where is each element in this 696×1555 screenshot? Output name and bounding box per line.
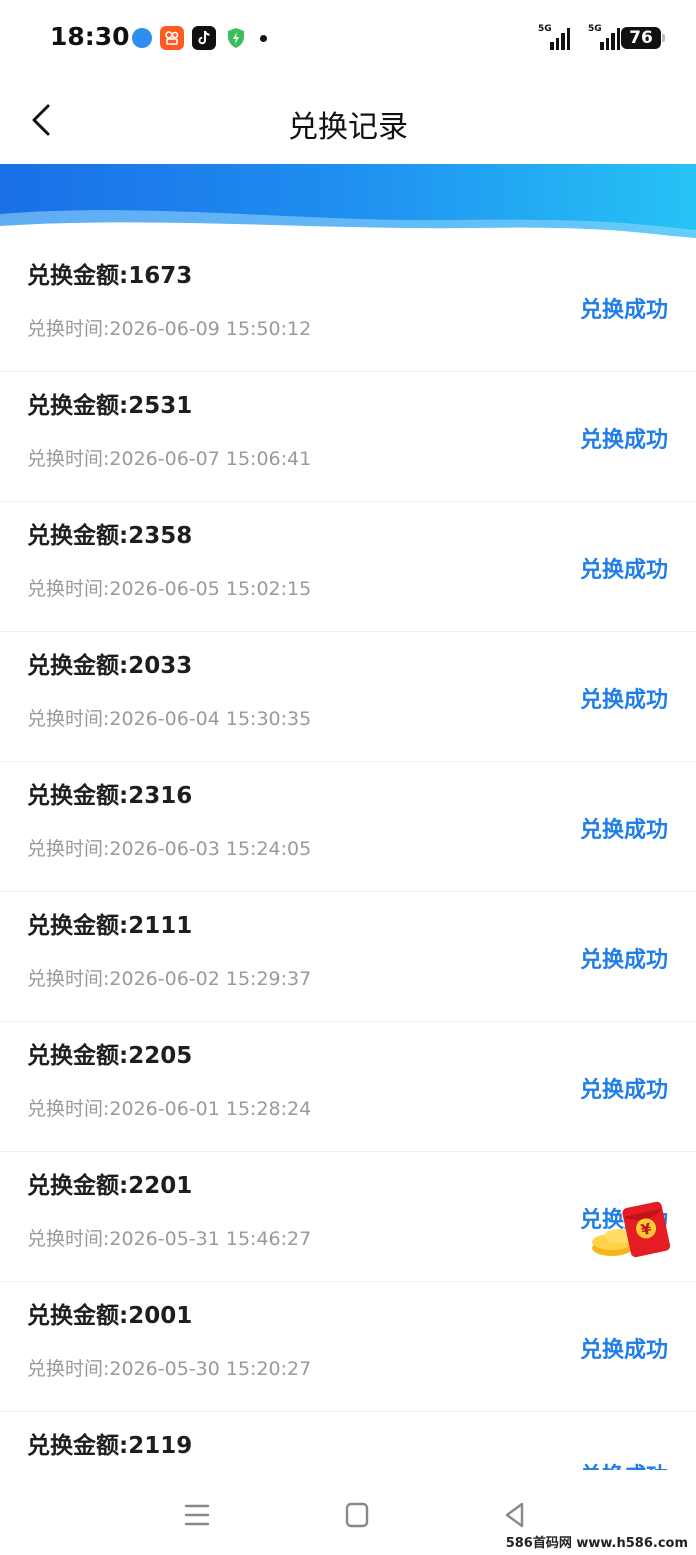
record-amount: 兑换金额:2358 [27,523,193,549]
record-time: 兑换时间:2026-05-31 15:46:27 [27,1228,312,1250]
record-time: 兑换时间:2026-06-04 15:30:35 [27,708,312,730]
record-amount: 兑换金额:2001 [27,1303,193,1329]
record-status: 兑换成功 [579,818,668,843]
signal-icon: 5G [532,24,570,50]
record-amount: 兑换金额:1673 [27,263,193,289]
watermark: 586首码网 www.h586.com [505,1536,688,1551]
record-item[interactable]: 兑换金额:2316 兑换时间:2026-06-03 15:24:05 兑换成功 [0,762,696,892]
kuaishou-icon [160,26,184,50]
record-item[interactable]: 兑换金额:2119 兑换成功 [0,1412,696,1472]
record-status: 兑换成功 [579,298,668,323]
record-amount: 兑换金额:2111 [27,913,193,939]
record-item[interactable]: 兑换金额:2001 兑换时间:2026-05-30 15:20:27 兑换成功 [0,1282,696,1412]
back-nav-icon[interactable] [498,1498,538,1532]
record-time: 兑换时间:2026-06-03 15:24:05 [27,838,312,860]
record-amount: 兑换金额:2033 [27,653,193,679]
record-status: 兑换成功 [579,1078,668,1103]
signal-indicators: 5G 5G [532,24,620,50]
home-icon[interactable] [340,1498,380,1532]
exchange-record-list: 兑换金额:1673 兑换时间:2026-06-09 15:50:12 兑换成功 … [0,242,696,1472]
record-item[interactable]: 兑换金额:2033 兑换时间:2026-06-04 15:30:35 兑换成功 [0,632,696,762]
record-time: 兑换时间:2026-06-07 15:06:41 [27,448,312,470]
record-item[interactable]: 兑换金额:2531 兑换时间:2026-06-07 15:06:41 兑换成功 [0,372,696,502]
battery-icon: 76 [621,27,665,49]
red-packet-float-icon[interactable]: ¥ [590,1198,676,1262]
record-time: 兑换时间:2026-06-01 15:28:24 [27,1098,312,1120]
signal-icon: 5G [582,24,620,50]
record-time: 兑换时间:2026-05-30 15:20:27 [27,1358,312,1380]
record-status: 兑换成功 [579,1338,668,1363]
record-item[interactable]: 兑换金额:2205 兑换时间:2026-06-01 15:28:24 兑换成功 [0,1022,696,1152]
status-bar: 18:30 5G 5G 76 [0,0,696,78]
status-time: 18:30 [50,22,130,51]
app-header: 兑换记录 [0,78,696,164]
record-amount: 兑换金额:2201 [27,1173,193,1199]
blue-app-icon [132,28,152,48]
record-status: 兑换成功 [579,948,668,973]
record-amount: 兑换金额:2205 [27,1043,193,1069]
more-notifications-dot [260,34,267,42]
record-time: 兑换时间:2026-06-05 15:02:15 [27,578,312,600]
menu-icon[interactable] [180,1498,220,1532]
record-time: 兑换时间:2026-06-09 15:50:12 [27,318,312,340]
shield-icon [224,26,248,50]
record-item[interactable]: 兑换金额:2358 兑换时间:2026-06-05 15:02:15 兑换成功 [0,502,696,632]
notification-icons [132,26,267,50]
record-status: 兑换成功 [579,688,668,713]
header-banner [0,164,696,244]
record-amount: 兑换金额:2531 [27,393,193,419]
record-time: 兑换时间:2026-06-02 15:29:37 [27,968,312,990]
tiktok-icon [192,26,216,50]
record-item[interactable]: 兑换金额:1673 兑换时间:2026-06-09 15:50:12 兑换成功 [0,242,696,372]
record-amount: 兑换金额:2119 [27,1433,193,1459]
record-amount: 兑换金额:2316 [27,783,193,809]
record-item[interactable]: 兑换金额:2111 兑换时间:2026-06-02 15:29:37 兑换成功 [0,892,696,1022]
record-status: 兑换成功 [579,428,668,453]
record-status: 兑换成功 [579,558,668,583]
page-title: 兑换记录 [288,110,408,145]
